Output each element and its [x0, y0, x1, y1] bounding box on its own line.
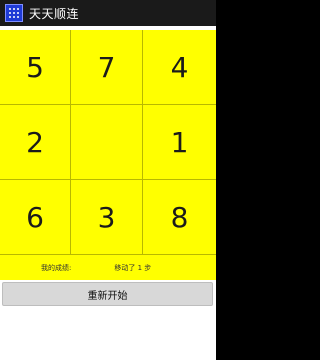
restart-button[interactable]: 重新开始 [2, 282, 213, 306]
move-count-label: 移动了 1 步 [114, 263, 152, 272]
puzzle-tile[interactable]: 4 [143, 30, 216, 105]
best-score-label: 我的成绩: [41, 263, 72, 272]
empty-tile[interactable] [71, 105, 143, 180]
puzzle-board: 5 7 4 2 1 6 3 8 [0, 30, 216, 280]
puzzle-tile[interactable]: 1 [143, 105, 216, 180]
puzzle-tile[interactable]: 2 [0, 105, 71, 180]
puzzle-tile[interactable]: 6 [0, 180, 71, 255]
title-bar: 天天顺连 [0, 0, 216, 26]
grid-dots-icon [5, 4, 23, 22]
puzzle-tile[interactable]: 3 [71, 180, 143, 255]
puzzle-tile[interactable]: 7 [71, 30, 143, 105]
status-row: 我的成绩: 移动了 1 步 [0, 255, 216, 280]
puzzle-tile[interactable]: 8 [143, 180, 216, 255]
puzzle-tile[interactable]: 5 [0, 30, 71, 105]
app-title: 天天顺连 [29, 6, 80, 21]
main-content: 5 7 4 2 1 6 3 8 我的成绩: 移动了 1 步 重新开始 [0, 26, 216, 360]
